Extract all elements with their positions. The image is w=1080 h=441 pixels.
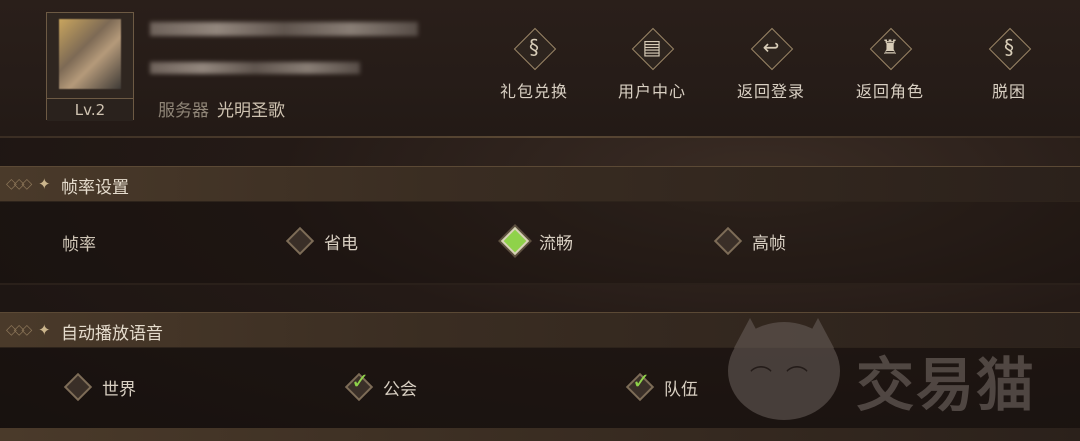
watermark-text: 交易猫 [856,351,1037,419]
return-character-button[interactable]: ♜ 返回角色 [850,27,930,102]
header-divider [0,136,1080,138]
voice-section-title: 自动播放语音 [61,324,163,344]
voice-option-team[interactable]: ✓ 队伍 [625,369,698,402]
user-center-label: 用户中心 [617,82,686,101]
section-divider [0,283,1080,285]
return-login-button[interactable]: ↩ 返回登录 [731,27,811,102]
unstuck-button[interactable]: § 脱困 [969,27,1049,102]
server-name: 光明圣歌 [217,101,285,121]
radio-diamond-selected-icon [500,226,530,256]
avatar-frame[interactable]: Lv.2 [46,12,134,121]
user-center-button[interactable]: ▤ 用户中心 [612,27,692,102]
helmet-icon: ♜ [869,27,913,71]
option-label: 队伍 [664,379,698,400]
radio-diamond-icon [285,226,315,256]
return-character-label: 返回角色 [855,82,924,101]
ornament-icon: ◇◇◇ [6,176,32,192]
option-label: 流畅 [539,233,573,254]
unstuck-label: 脱困 [991,82,1026,101]
checkbox-diamond-icon: ✓ [344,369,374,402]
checkmark-icon: ✓ [631,369,651,395]
player-id-blurred [150,62,360,74]
return-login-label: 返回登录 [736,82,805,101]
framerate-section-title: 帧率设置 [61,178,129,198]
framerate-option-power-save[interactable]: 省电 [285,226,358,256]
server-info: 服务器 光明圣歌 [158,96,285,121]
gift-code-button[interactable]: § 礼包兑换 [494,27,574,102]
framerate-option-high[interactable]: 高帧 [713,226,786,256]
avatar [59,19,121,89]
watermark: ⌒⌒ 交易猫 [728,318,1068,422]
ornament-icon: ◇◇◇ [6,322,32,338]
server-label: 服务器 [158,101,209,121]
option-label: 公会 [383,379,417,400]
checkbox-diamond-icon [63,372,93,402]
option-label: 省电 [324,233,358,254]
diamond-bullet-icon: ✦ [38,321,51,339]
level-badge: Lv.2 [47,98,133,121]
bottom-section-edge [0,428,1080,441]
voice-option-world[interactable]: 世界 [63,372,136,402]
gift-code-label: 礼包兑换 [499,82,568,101]
checkbox-diamond-icon: ✓ [625,369,655,402]
player-name-blurred [150,22,418,36]
diamond-bullet-icon: ✦ [38,175,51,193]
option-label: 高帧 [752,233,786,254]
book-icon: ▤ [631,27,675,71]
voice-option-guild[interactable]: ✓ 公会 [344,369,417,402]
option-label: 世界 [102,379,136,400]
profile-header: Lv.2 服务器 光明圣歌 § 礼包兑换 ▤ 用户中心 ↩ 返回登录 ♜ 返回角色… [0,0,1080,136]
return-arrow-icon: ↩ [750,27,794,71]
unstuck-icon: § [988,27,1032,71]
gift-code-icon: § [513,27,557,71]
framerate-section-header: ◇◇◇ ✦ 帧率设置 [0,166,1080,202]
framerate-label: 帧率 [62,235,96,255]
radio-diamond-icon [713,226,743,256]
framerate-option-smooth[interactable]: 流畅 [500,226,573,256]
checkmark-icon: ✓ [350,369,370,395]
cat-logo-icon: ⌒⌒ [728,322,840,420]
